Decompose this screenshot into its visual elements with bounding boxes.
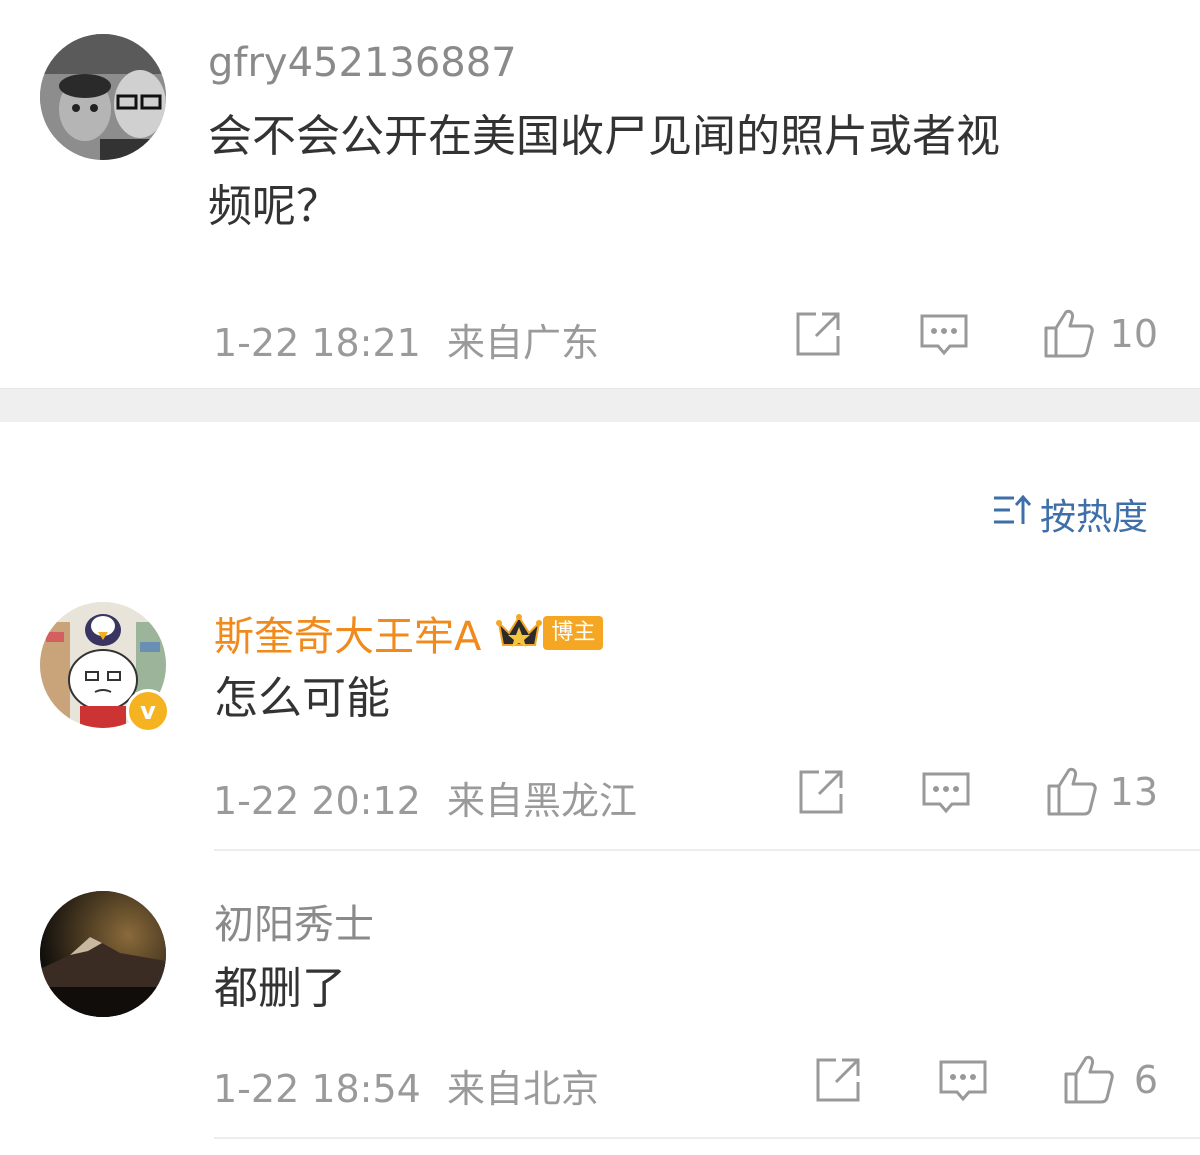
crown-icon — [495, 611, 543, 655]
comment-text-line: 会不会公开在美国收尸见闻的照片或者视 — [208, 111, 1000, 162]
username[interactable]: 斯奎奇大王牢A — [214, 604, 481, 662]
share-icon[interactable] — [812, 1054, 864, 1106]
comment-text: 会不会公开在美国收尸见闻的照片或者视 频呢？ — [208, 102, 1000, 242]
username[interactable]: 初阳秀士 — [214, 892, 374, 950]
comment-meta: 1-22 18:21 来自广东 — [213, 312, 599, 367]
timestamp: 1-22 18:21 — [213, 321, 421, 365]
username-row: 斯奎奇大王牢A 博主 — [214, 604, 604, 662]
like-icon[interactable] — [1062, 1052, 1114, 1104]
timestamp: 1-22 18:54 — [213, 1067, 421, 1111]
timestamp: 1-22 20:12 — [213, 779, 421, 823]
sort-label: 按热度 — [1039, 497, 1148, 538]
comment-icon[interactable] — [937, 1054, 989, 1106]
avatar[interactable] — [40, 891, 166, 1017]
comment-icon[interactable] — [920, 766, 972, 818]
sort-toggle[interactable]: 按热度 — [992, 488, 1148, 540]
location: 来自广东 — [446, 321, 599, 365]
like-count: 10 — [1109, 312, 1158, 356]
comment-text: 怎么可能 — [214, 673, 390, 724]
share-icon[interactable] — [792, 308, 844, 360]
like-count: 6 — [1133, 1058, 1158, 1102]
comment-meta: 1-22 20:12 来自黑龙江 — [213, 770, 637, 825]
section-separator — [0, 388, 1200, 422]
divider — [214, 849, 1200, 851]
like-count: 13 — [1109, 770, 1158, 814]
comment-meta: 1-22 18:54 来自北京 — [213, 1058, 599, 1113]
like-icon[interactable] — [1042, 306, 1094, 358]
verified-icon: v — [126, 689, 170, 733]
like-icon[interactable] — [1045, 764, 1097, 816]
blogger-badge: 博主 — [543, 616, 604, 650]
divider — [214, 1137, 1200, 1139]
comment-text: 都删了 — [214, 963, 346, 1014]
location: 来自北京 — [446, 1067, 599, 1111]
username[interactable]: gfry452136887 — [208, 40, 517, 86]
comment-icon[interactable] — [918, 308, 970, 360]
avatar[interactable] — [40, 34, 166, 160]
comment-text-line: 频呢？ — [208, 181, 340, 232]
share-icon[interactable] — [795, 766, 847, 818]
sort-icon — [992, 492, 1032, 537]
location: 来自黑龙江 — [446, 779, 637, 823]
